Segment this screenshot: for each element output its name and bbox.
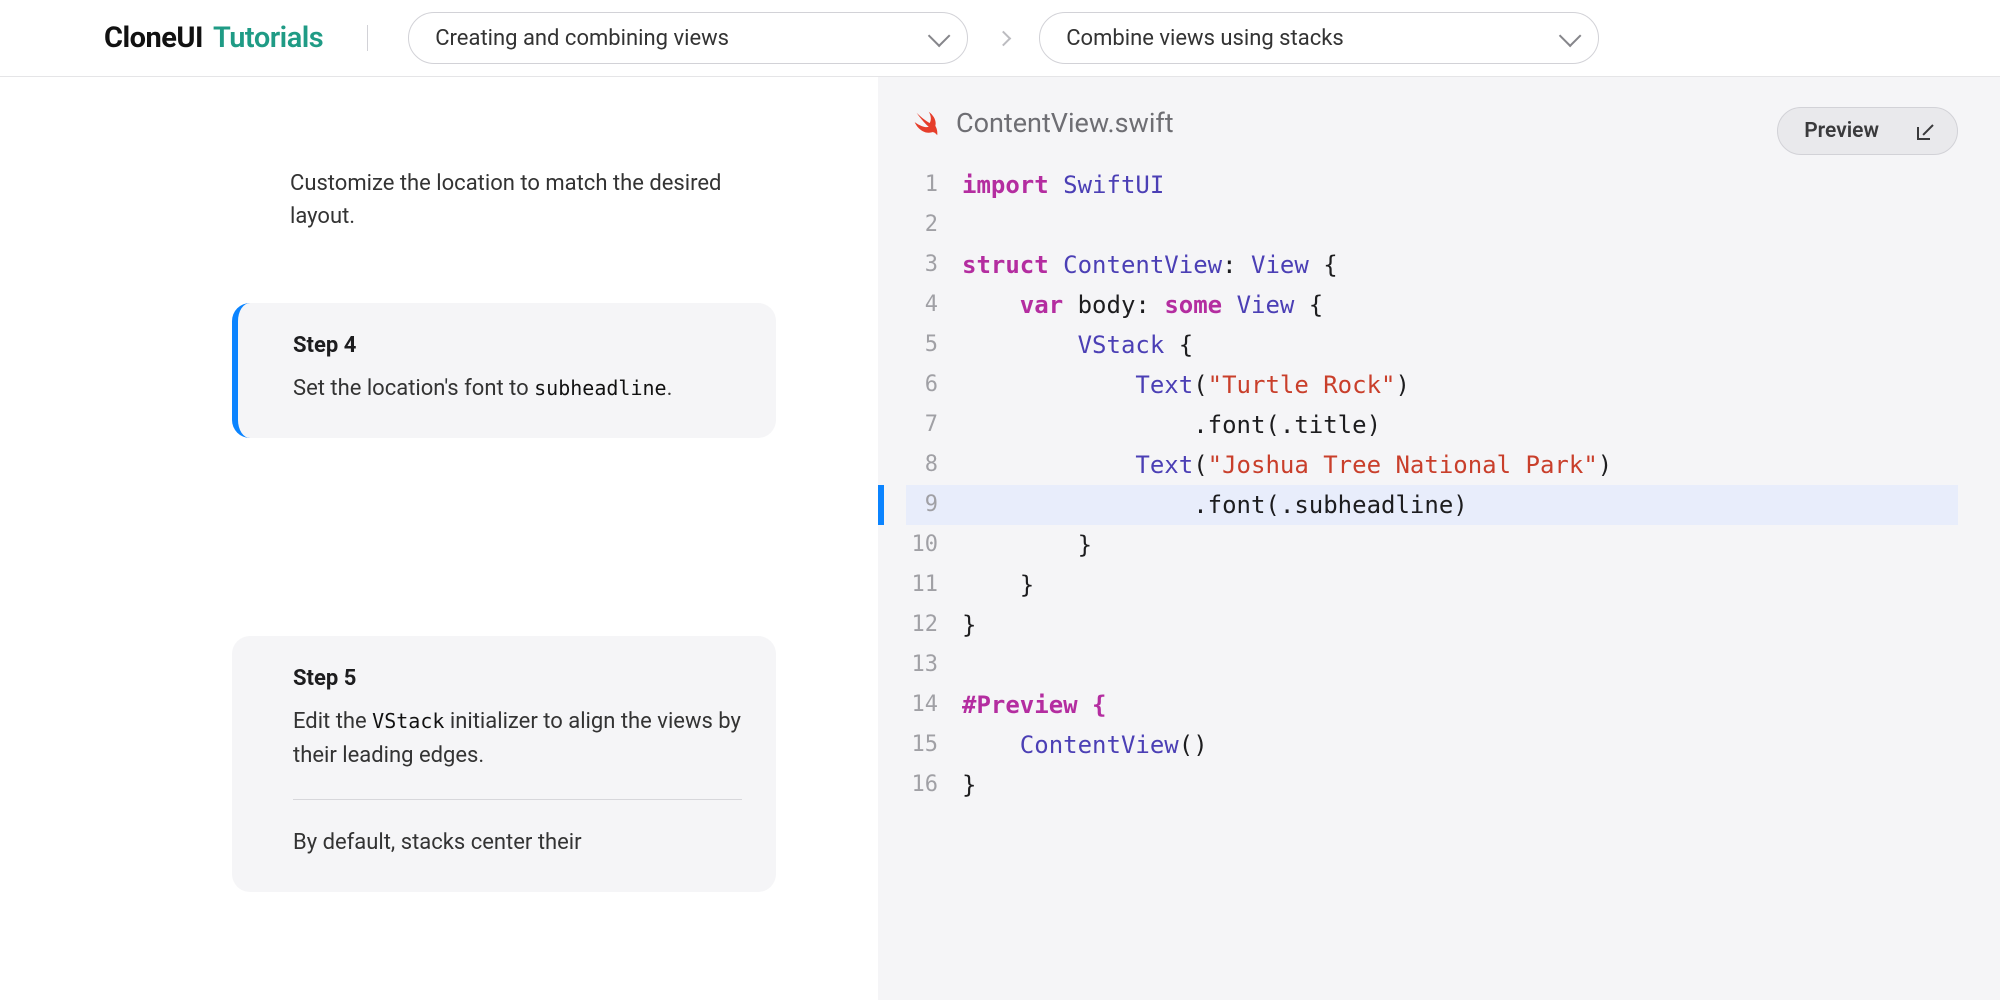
code-line: 10 } [906, 525, 1958, 565]
code-line: 7 .font(.title) [906, 405, 1958, 445]
inline-code: subheadline [534, 376, 666, 400]
code-content: var body: some View { [962, 285, 1323, 325]
line-number: 16 [906, 765, 962, 805]
code-content: ContentView() [962, 725, 1208, 765]
code-content: #Preview { [962, 685, 1107, 725]
intro-text: Customize the location to match the desi… [290, 167, 750, 233]
dropdown-chapter[interactable]: Creating and combining views [408, 12, 968, 64]
chevron-down-icon [1559, 25, 1582, 48]
code-line: 6 Text("Turtle Rock") [906, 365, 1958, 405]
step-body-text: Edit the [293, 709, 372, 734]
step-card-5[interactable]: Step 5 Edit the VStack initializer to al… [232, 636, 776, 892]
code-content: Text("Turtle Rock") [962, 365, 1410, 405]
code-line: 2 [906, 205, 1958, 245]
code-content: import SwiftUI [962, 165, 1164, 205]
step-body-text: Set the location's font to [293, 376, 534, 401]
highlight-mark [878, 485, 884, 525]
line-number: 10 [906, 525, 962, 565]
logo[interactable]: CloneUI Tutorials [104, 21, 323, 55]
code-line: 16} [906, 765, 1958, 805]
step-title: Step 4 [293, 333, 742, 358]
line-number: 5 [906, 325, 962, 365]
code-line: 3struct ContentView: View { [906, 245, 1958, 285]
line-number: 7 [906, 405, 962, 445]
logo-sub: Tutorials [213, 21, 323, 55]
code-panel: ContentView.swift Preview 1import SwiftU… [878, 77, 2000, 1000]
divider [367, 25, 368, 51]
line-number: 6 [906, 365, 962, 405]
chevron-right-icon [996, 30, 1012, 46]
chevron-down-icon [928, 25, 951, 48]
divider [293, 799, 742, 800]
code-line: 13 [906, 645, 1958, 685]
step-body: Edit the VStack initializer to align the… [293, 705, 742, 773]
code-content: VStack { [962, 325, 1193, 365]
step-body-suffix: . [667, 376, 673, 401]
step-note: By default, stacks center their [293, 826, 742, 860]
dropdown-section[interactable]: Combine views using stacks [1039, 12, 1599, 64]
code-content: struct ContentView: View { [962, 245, 1338, 285]
code-line: 1import SwiftUI [906, 165, 1958, 205]
code-content: } [962, 525, 1092, 565]
line-number: 15 [906, 725, 962, 765]
line-number: 12 [906, 605, 962, 645]
line-number: 9 [906, 485, 962, 525]
code-block: 1import SwiftUI23struct ContentView: Vie… [906, 165, 1958, 805]
step-title: Step 5 [293, 666, 742, 691]
dropdown-chapter-label: Creating and combining views [435, 26, 729, 51]
code-line: 4 var body: some View { [906, 285, 1958, 325]
main: Customize the location to match the desi… [0, 77, 2000, 1000]
code-content: } [962, 565, 1034, 605]
preview-button[interactable]: Preview [1777, 107, 1958, 155]
line-number: 14 [906, 685, 962, 725]
code-line: 15 ContentView() [906, 725, 1958, 765]
code-content: } [962, 765, 976, 805]
swift-icon [910, 108, 940, 138]
line-number: 11 [906, 565, 962, 605]
preview-label: Preview [1804, 119, 1879, 143]
code-content: Text("Joshua Tree National Park") [962, 445, 1612, 485]
line-number: 1 [906, 165, 962, 205]
line-number: 2 [906, 205, 962, 245]
logo-brand: CloneUI [104, 21, 203, 55]
header: CloneUI Tutorials Creating and combining… [0, 0, 2000, 77]
file-name: ContentView.swift [956, 107, 1174, 139]
code-line: 11 } [906, 565, 1958, 605]
expand-icon [1917, 122, 1935, 140]
line-number: 4 [906, 285, 962, 325]
step-body: Set the location's font to subheadline. [293, 372, 742, 406]
dropdown-section-label: Combine views using stacks [1066, 26, 1343, 51]
line-number: 8 [906, 445, 962, 485]
steps-panel: Customize the location to match the desi… [0, 77, 878, 1000]
code-content: } [962, 605, 976, 645]
code-line: 5 VStack { [906, 325, 1958, 365]
code-content: .font(.title) [962, 405, 1381, 445]
step-card-4[interactable]: Step 4 Set the location's font to subhea… [232, 303, 776, 438]
code-content: .font(.subheadline) [962, 485, 1468, 525]
code-line: 14#Preview { [906, 685, 1958, 725]
code-line: 12} [906, 605, 1958, 645]
code-line: 9 .font(.subheadline) [906, 485, 1958, 525]
code-line: 8 Text("Joshua Tree National Park") [906, 445, 1958, 485]
inline-code: VStack [372, 709, 444, 733]
line-number: 3 [906, 245, 962, 285]
line-number: 13 [906, 645, 962, 685]
